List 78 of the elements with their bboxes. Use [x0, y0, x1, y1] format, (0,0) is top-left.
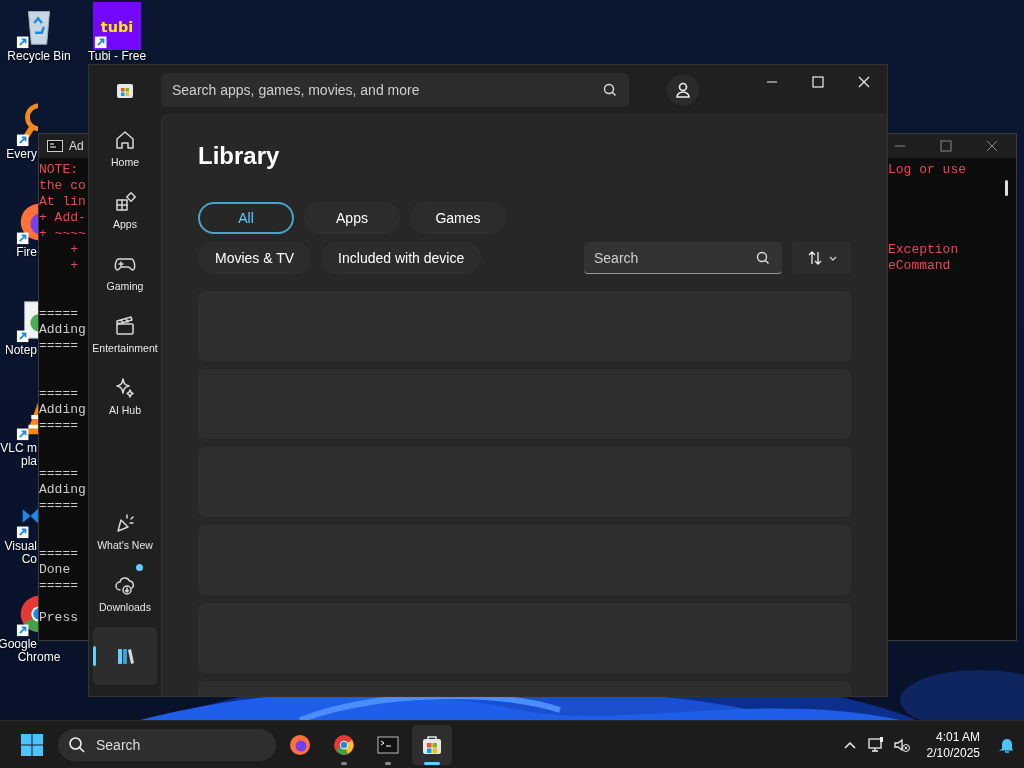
close-icon[interactable] [986, 140, 998, 152]
nav-item[interactable]: Gaming [93, 244, 157, 300]
console-line: Adding [39, 322, 86, 338]
nav-item[interactable]: What's New [93, 503, 157, 559]
console-line: + [69, 242, 78, 258]
console-line: + Add- [39, 210, 86, 226]
console-line: eCommand [888, 258, 951, 274]
console-line: Exception [888, 242, 959, 258]
icon-label: Notep [3, 344, 37, 357]
icon-label: Co [20, 553, 37, 566]
taskbar-search-field[interactable]: Search [58, 728, 276, 761]
account-button[interactable] [667, 73, 699, 106]
icon-label: Chrome [17, 651, 61, 664]
app-grid-icon [113, 190, 137, 214]
console-line: ===== [39, 578, 78, 594]
console-line: + ~~~~ [39, 226, 86, 242]
clock-date: 2/10/2025 [926, 744, 980, 761]
house-icon [113, 128, 137, 152]
icon-label: Fire [15, 246, 37, 259]
page-heading: Library [198, 141, 281, 171]
filter-chip[interactable]: Apps [304, 202, 400, 234]
icon-label: pla [20, 455, 37, 468]
search-field[interactable]: Search apps, games, movies, and more [161, 72, 629, 107]
console-line: ===== [39, 466, 78, 482]
selection-indicator [93, 646, 96, 666]
windows-start-icon[interactable] [20, 732, 44, 757]
search-icon [68, 735, 86, 754]
search-field[interactable]: Search [584, 242, 782, 274]
filter-chip[interactable]: Games [410, 202, 506, 234]
nav-item[interactable]: Entertainment [93, 306, 157, 362]
console-line: Adding [39, 402, 86, 418]
network-icon[interactable] [866, 735, 885, 754]
console-line: ===== [39, 498, 78, 514]
console-line: Press [39, 610, 78, 626]
filter-chip[interactable]: All [198, 202, 294, 234]
icon-label: Every [5, 148, 37, 161]
icon-label: Visual [3, 540, 37, 553]
console-line: Done [39, 562, 71, 578]
window-title: Ad [69, 139, 84, 153]
console-line: Log or use [888, 162, 966, 178]
icon-label: VLC m [0, 442, 37, 455]
console-line: + [69, 258, 78, 274]
clock[interactable]: 4:01 AM 2/10/2025 [926, 728, 980, 761]
console-line: ===== [39, 338, 78, 354]
console-line: the co [39, 178, 86, 194]
chevron-down-icon [828, 255, 837, 261]
taskbar-button[interactable] [412, 724, 452, 765]
console-line: ===== [39, 418, 78, 434]
clapperboard-icon [113, 314, 137, 338]
filter-chip[interactable]: Included with device [321, 242, 482, 274]
search-icon[interactable] [756, 250, 770, 265]
console-line: ===== [39, 306, 78, 322]
icon-label: Recycle Bin [7, 50, 71, 63]
search-icon[interactable] [603, 82, 617, 97]
terminal-icon [47, 140, 63, 152]
firefox-icon[interactable] [288, 732, 312, 757]
sort-arrows-icon [806, 250, 823, 266]
nav-item[interactable]: Apps [93, 182, 157, 238]
clock-time: 4:01 AM [934, 728, 980, 745]
icon-label: Tubi - Free [87, 50, 147, 63]
scrollbar-thumb[interactable] [1005, 180, 1008, 196]
nav-item[interactable]: Home [93, 120, 157, 176]
console-line: ===== [39, 546, 78, 562]
console-line: NOTE: [39, 162, 78, 178]
person-icon[interactable] [674, 80, 692, 99]
tubi-icon[interactable]: tubi [93, 2, 141, 50]
sort-button[interactable] [792, 242, 851, 274]
chrome-icon[interactable] [332, 732, 356, 757]
nav-item[interactable] [93, 627, 157, 685]
nav-item[interactable]: AI Hub [93, 368, 157, 424]
console-line: Adding [39, 482, 86, 498]
nav-item[interactable]: Downloads [93, 565, 157, 621]
sparkle-icon [113, 376, 137, 400]
console-line: At lin [39, 194, 86, 210]
magnifier-icon[interactable] [15, 100, 38, 148]
filter-chip[interactable]: Movies & TV [198, 242, 312, 274]
maximize-icon[interactable] [940, 140, 952, 152]
console-line: ===== [39, 386, 78, 402]
